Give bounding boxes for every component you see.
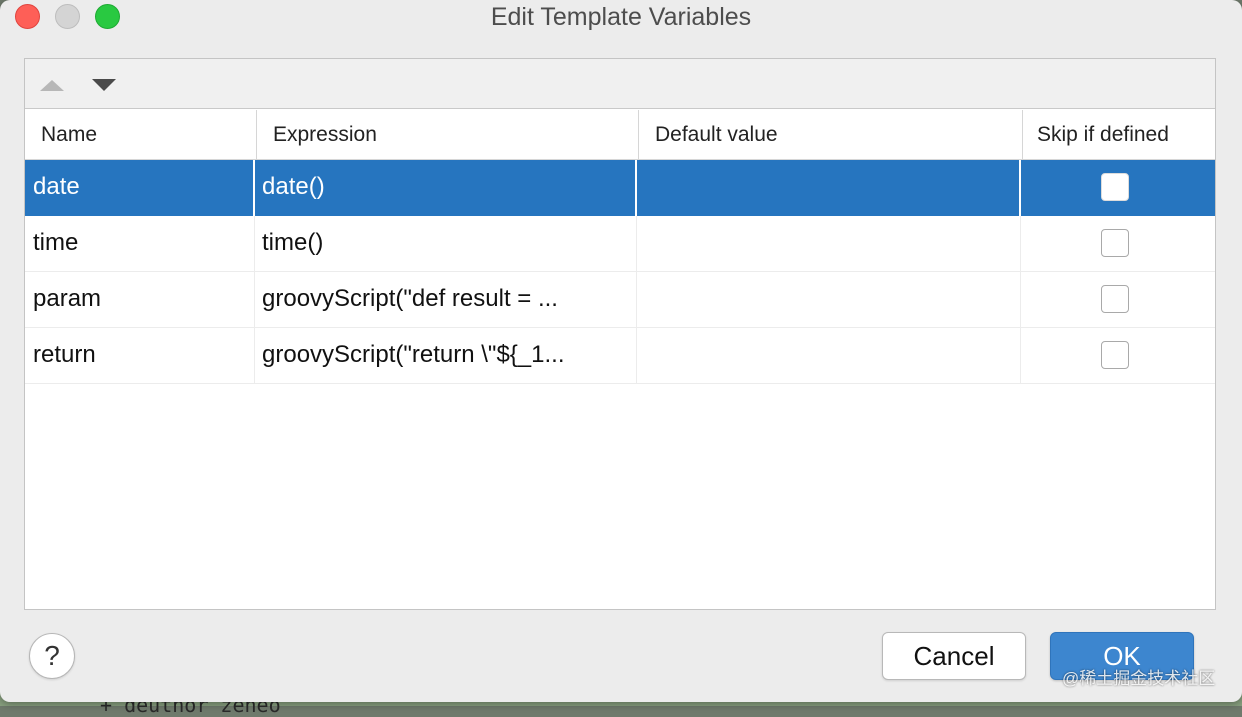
table-row[interactable]: param groovyScript("def result = ...	[25, 272, 1215, 328]
variable-name-cell[interactable]: date	[25, 160, 255, 216]
variables-panel: Name Expression Default value Skip if de…	[24, 58, 1216, 610]
column-header-expression[interactable]: Expression	[257, 110, 639, 160]
help-button[interactable]: ?	[29, 633, 75, 679]
variable-name-cell[interactable]: return	[25, 328, 255, 384]
variables-toolbar	[25, 59, 1215, 109]
variable-name-cell[interactable]: time	[25, 216, 255, 272]
dialog-title: Edit Template Variables	[490, 3, 752, 31]
triangle-down-icon	[92, 79, 116, 91]
default-value-cell[interactable]	[637, 160, 1021, 216]
skip-if-defined-checkbox[interactable]	[1101, 341, 1129, 369]
table-header: Name Expression Default value Skip if de…	[25, 110, 1215, 160]
skip-if-defined-checkbox[interactable]	[1101, 173, 1129, 201]
move-up-button[interactable]	[37, 74, 67, 96]
expression-cell[interactable]: date()	[255, 160, 637, 216]
variables-table: Name Expression Default value Skip if de…	[25, 110, 1215, 384]
default-value-cell[interactable]	[637, 272, 1021, 328]
table-row[interactable]: time time()	[25, 216, 1215, 272]
skip-if-defined-cell	[1021, 216, 1213, 272]
table-row[interactable]: return groovyScript("return \"${_1...	[25, 328, 1215, 384]
skip-if-defined-cell	[1021, 160, 1213, 216]
titlebar: Edit Template Variables	[0, 0, 1242, 36]
column-header-name[interactable]: Name	[25, 110, 257, 160]
cancel-button[interactable]: Cancel	[882, 632, 1026, 680]
expression-cell[interactable]: groovyScript("return \"${_1...	[255, 328, 637, 384]
table-row[interactable]: date date()	[25, 160, 1215, 216]
default-value-cell[interactable]	[637, 328, 1021, 384]
variable-name-cell[interactable]: param	[25, 272, 255, 328]
skip-if-defined-checkbox[interactable]	[1101, 285, 1129, 313]
skip-if-defined-cell	[1021, 328, 1213, 384]
skip-if-defined-checkbox[interactable]	[1101, 229, 1129, 257]
triangle-up-icon	[40, 80, 64, 91]
column-header-skip-if-defined[interactable]: Skip if defined	[1023, 110, 1215, 160]
column-header-default-value[interactable]: Default value	[639, 110, 1023, 160]
edit-template-variables-dialog: Edit Template Variables Name Expression …	[0, 0, 1242, 702]
skip-if-defined-cell	[1021, 272, 1213, 328]
expression-cell[interactable]: time()	[255, 216, 637, 272]
move-down-button[interactable]	[89, 74, 119, 96]
watermark: @稀土掘金技术社区	[1062, 669, 1216, 688]
expression-cell[interactable]: groovyScript("def result = ...	[255, 272, 637, 328]
default-value-cell[interactable]	[637, 216, 1021, 272]
